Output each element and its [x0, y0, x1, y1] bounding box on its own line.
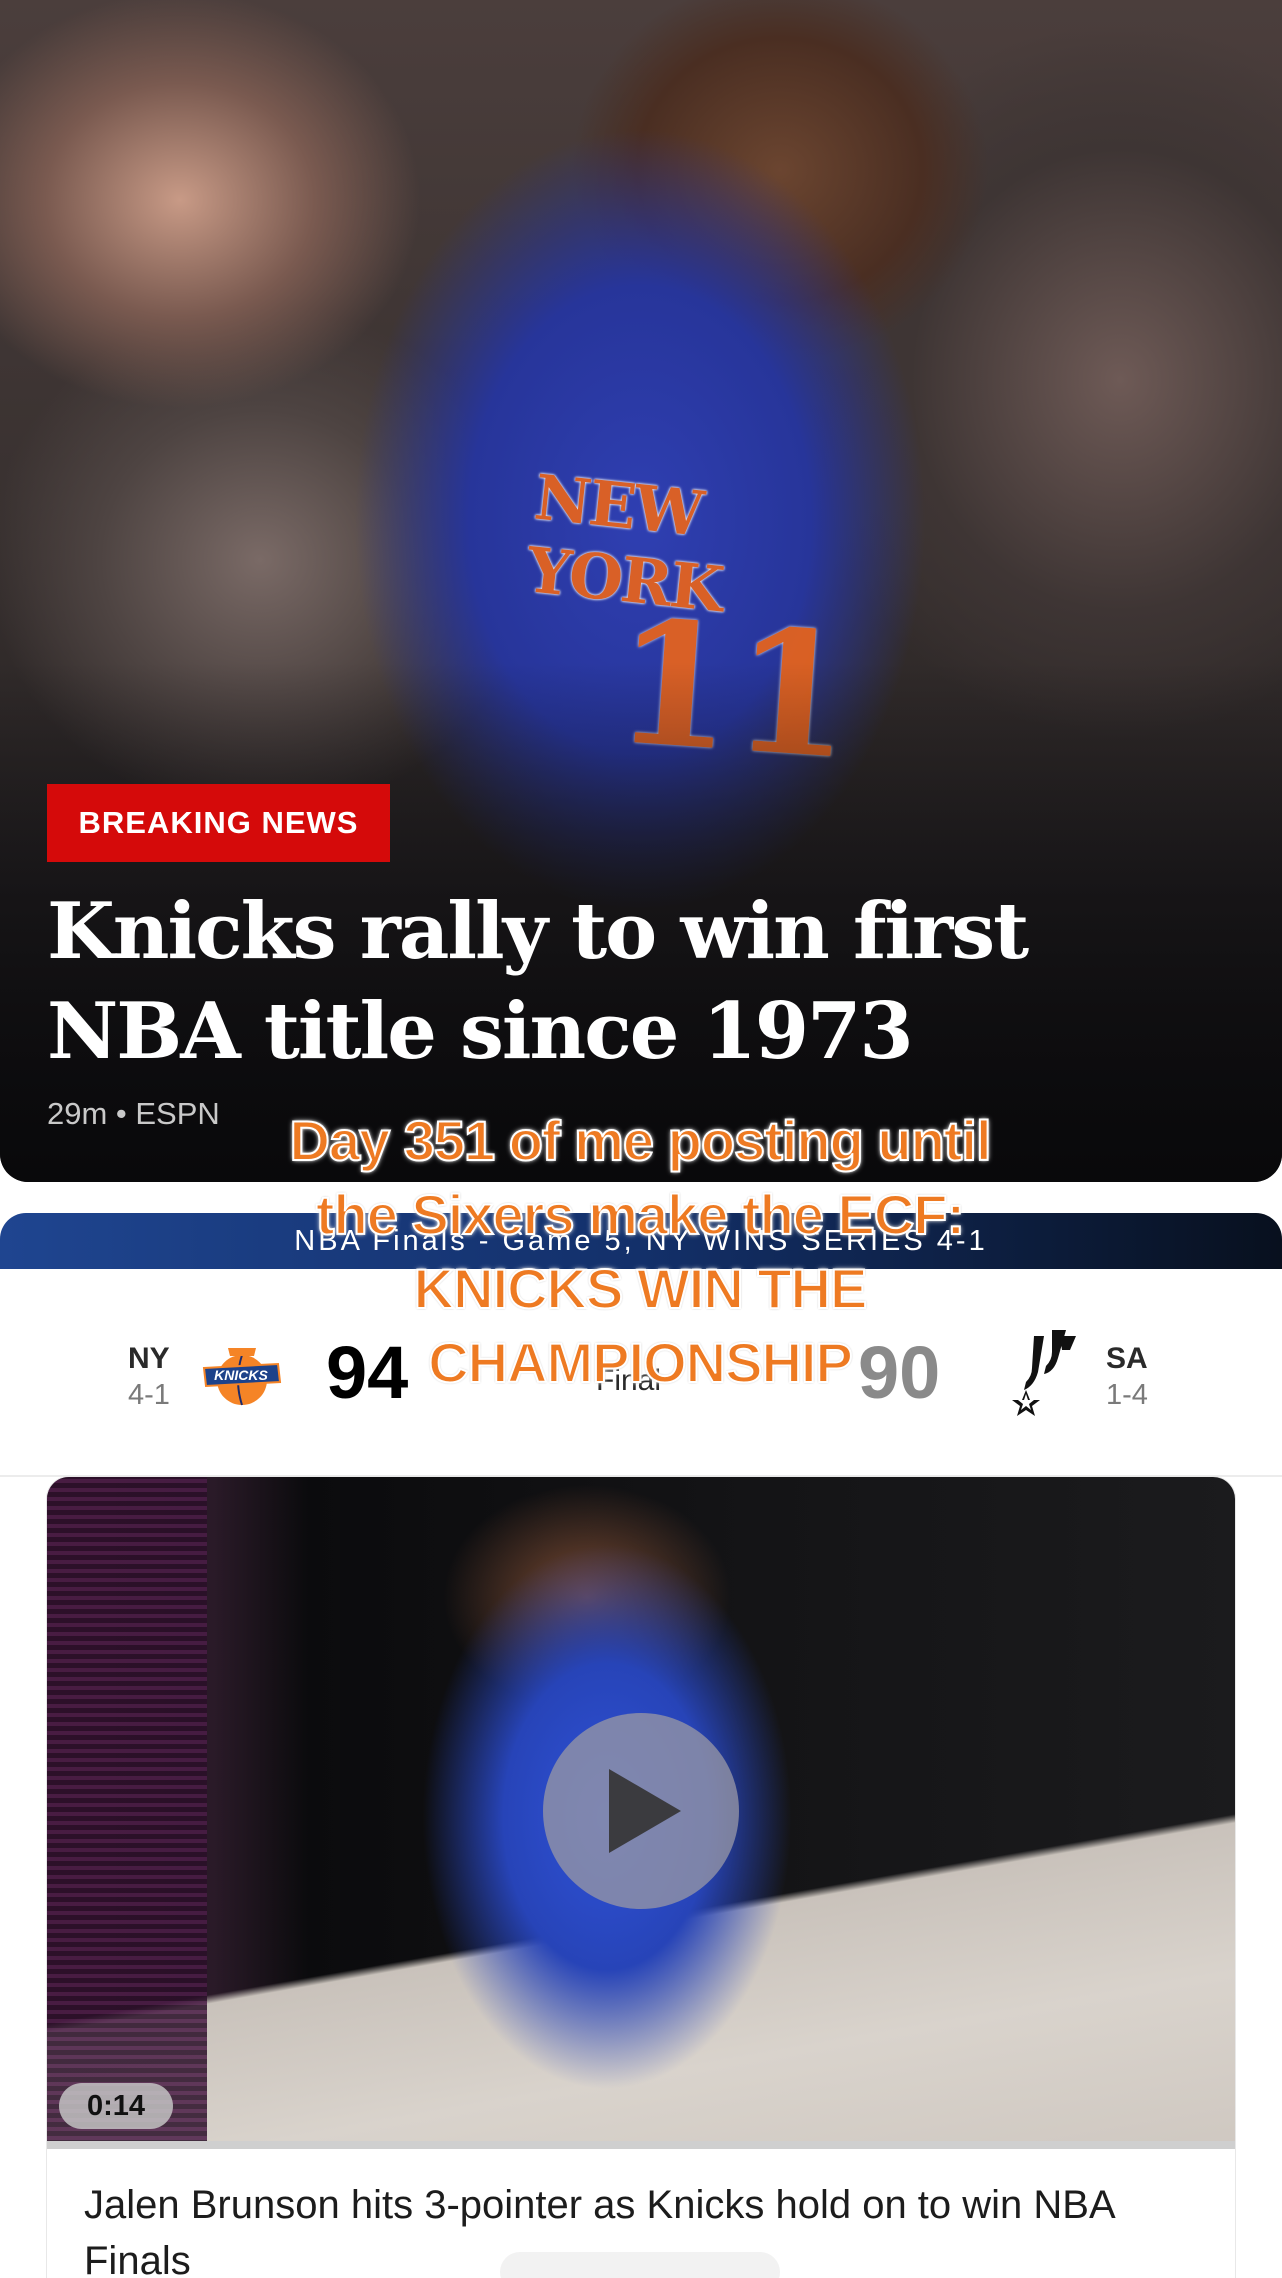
play-icon — [609, 1769, 681, 1853]
play-button[interactable] — [543, 1713, 739, 1909]
arena-led-board — [47, 1477, 207, 2149]
caption-line: Day 351 of me posting until — [288, 1108, 992, 1173]
breaking-news-badge: BREAKING NEWS — [47, 784, 390, 862]
hero-story-card[interactable]: NEW YORK 11 BREAKING NEWS Knicks rally t… — [0, 0, 1282, 1182]
video-duration: 0:14 — [59, 2083, 173, 2129]
caption-line: the Sixers make the ECF: — [315, 1182, 966, 1247]
video-progress-track — [47, 2141, 1235, 2149]
caption-line: CHAMPIONSHIP — [427, 1330, 854, 1395]
bottom-sheet-handle — [500, 2252, 780, 2278]
video-thumbnail[interactable]: 0:14 — [47, 1477, 1235, 2149]
video-caption-overlay: Day 351 of me posting until the Sixers m… — [140, 1104, 1140, 1400]
video-story-card[interactable]: 0:14 Jalen Brunson hits 3-pointer as Kni… — [47, 1477, 1235, 2278]
caption-line: KNICKS WIN THE — [413, 1256, 869, 1321]
hero-headline[interactable]: Knicks rally to win first NBA title sinc… — [47, 882, 1227, 1082]
